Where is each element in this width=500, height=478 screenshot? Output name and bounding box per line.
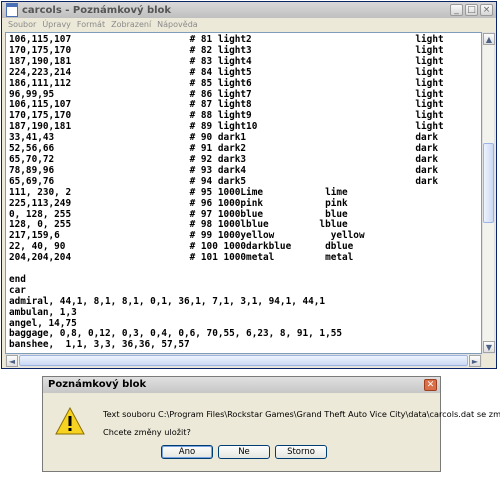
horizontal-scrollbar[interactable]: ◄ ► bbox=[5, 354, 482, 367]
menu-bar: Soubor Úpravy Formát Zobrazení Nápověda bbox=[2, 18, 496, 31]
menu-edit[interactable]: Úpravy bbox=[39, 20, 74, 29]
chevron-right-icon: ► bbox=[471, 356, 479, 366]
chevron-down-icon: ▼ bbox=[485, 342, 493, 352]
minimize-button[interactable]: _ bbox=[450, 4, 463, 16]
cancel-button[interactable]: Storno bbox=[275, 445, 327, 459]
no-button[interactable]: Ne bbox=[218, 445, 270, 459]
dialog-titlebar[interactable]: Poznámkový blok ✕ bbox=[43, 377, 440, 393]
scroll-corner bbox=[482, 354, 495, 367]
maximize-button[interactable]: □ bbox=[465, 4, 478, 16]
close-icon: × bbox=[482, 4, 491, 15]
scroll-right-button[interactable]: ► bbox=[469, 355, 481, 367]
warning-icon bbox=[55, 407, 85, 435]
maximize-icon: □ bbox=[467, 4, 476, 15]
window-title: carcols - Poznámkový blok bbox=[22, 4, 172, 16]
menu-format[interactable]: Formát bbox=[74, 20, 108, 29]
dialog-title: Poznámkový blok bbox=[48, 379, 147, 390]
close-icon: ✕ bbox=[426, 380, 435, 390]
scroll-down-button[interactable]: ▼ bbox=[483, 341, 495, 353]
text-editor[interactable]: 106,115,107 # 81 light2 light 170,175,17… bbox=[5, 32, 482, 354]
menu-help[interactable]: Nápověda bbox=[154, 20, 201, 29]
vertical-scrollbar[interactable]: ▲ ▼ bbox=[482, 32, 495, 354]
dialog-question: Chcete změny uložit? bbox=[103, 427, 191, 437]
scroll-up-button[interactable]: ▲ bbox=[483, 33, 495, 45]
notepad-window: carcols - Poznámkový blok _ □ × Soubor Ú… bbox=[1, 1, 497, 369]
scroll-left-button[interactable]: ◄ bbox=[6, 355, 18, 367]
editor-content[interactable]: 106,115,107 # 81 light2 light 170,175,17… bbox=[6, 33, 481, 353]
vertical-scroll-thumb[interactable] bbox=[483, 143, 494, 223]
menu-view[interactable]: Zobrazení bbox=[108, 20, 154, 29]
minimize-icon: _ bbox=[454, 4, 459, 15]
chevron-left-icon: ◄ bbox=[8, 356, 16, 366]
notepad-titlebar[interactable]: carcols - Poznámkový blok _ □ × bbox=[2, 2, 496, 18]
save-changes-dialog: Poznámkový blok ✕ Text souboru C:\Progra… bbox=[42, 376, 500, 472]
close-button[interactable]: × bbox=[480, 4, 493, 16]
horizontal-scroll-thumb[interactable] bbox=[19, 355, 468, 366]
menu-file[interactable]: Soubor bbox=[5, 20, 39, 29]
yes-button[interactable]: Ano bbox=[161, 445, 213, 459]
dialog-message: Text souboru C:\Program Files\Rockstar G… bbox=[103, 409, 500, 419]
dialog-close-button[interactable]: ✕ bbox=[424, 379, 437, 391]
notepad-app-icon bbox=[6, 3, 18, 17]
chevron-up-icon: ▲ bbox=[485, 34, 493, 44]
